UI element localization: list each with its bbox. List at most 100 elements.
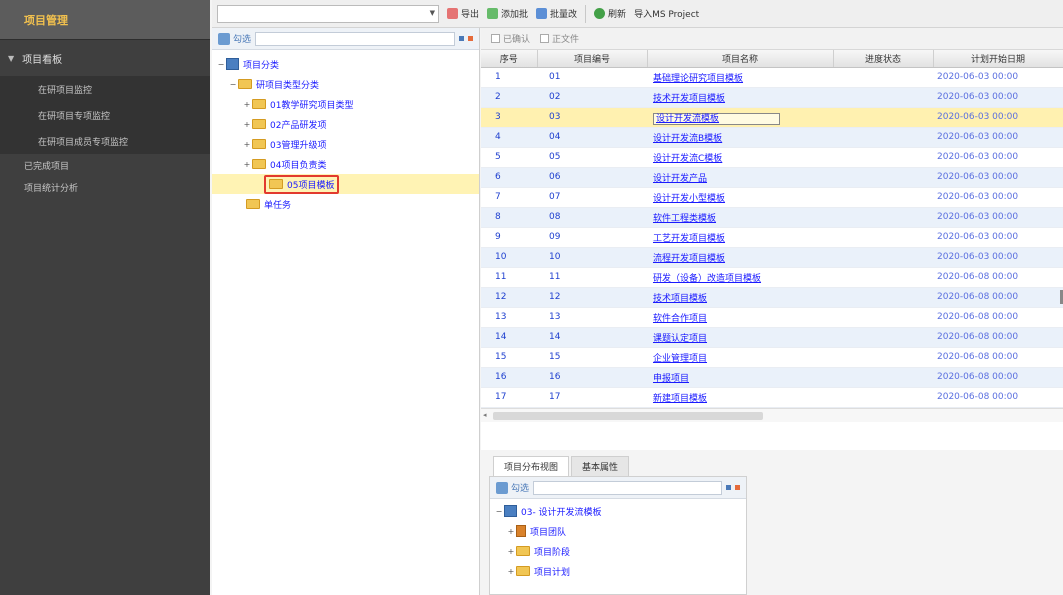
batch-edit-button[interactable]: 批量改 <box>536 4 577 24</box>
sidebar-item-statistics[interactable]: 项目统计分析 <box>0 176 210 198</box>
tree-node-single-task[interactable]: 单任务 <box>212 194 479 214</box>
column-header-name[interactable]: 项目名称 <box>647 50 834 68</box>
checkbox[interactable] <box>491 34 500 43</box>
table-row[interactable]: 15 15 企业管理项目 2020-06-08 00:00 <box>481 347 1063 368</box>
search-icon[interactable] <box>459 36 464 41</box>
sidebar-item-completed[interactable]: 已完成项目 <box>0 154 210 176</box>
table-row[interactable]: 6 06 设计开发产品 2020-06-03 00:00 <box>481 167 1063 188</box>
check-all-icon[interactable] <box>218 32 230 45</box>
tree-node-phase[interactable]: + 项目阶段 <box>490 541 746 561</box>
tree-node-team[interactable]: + 项目团队 <box>490 521 746 541</box>
tree-node-type-category[interactable]: − 研项目类型分类 <box>212 74 479 94</box>
check-all-label[interactable]: 勾选 <box>511 481 529 494</box>
check-all-icon[interactable] <box>496 481 508 494</box>
table-row[interactable]: 5 05 设计开发流C模板 2020-06-03 00:00 <box>481 147 1063 168</box>
clear-icon[interactable] <box>735 485 740 490</box>
tree-node-root[interactable]: − 项目分类 <box>212 54 479 74</box>
filter-combo[interactable]: ▼ <box>217 4 439 23</box>
scroll-left-icon[interactable]: ◂ <box>483 411 487 419</box>
cell-name[interactable]: 软件工程类模板 <box>647 207 833 228</box>
chevron-down-icon[interactable]: ▼ <box>430 9 435 17</box>
cell-name[interactable]: 申报项目 <box>647 367 833 388</box>
sidebar-item-special-monitor[interactable]: 在研项目专项监控 <box>0 102 210 128</box>
cell-name[interactable]: 技术项目模板 <box>647 287 833 308</box>
cell-code: 08 <box>537 207 647 228</box>
confirmed-toggle[interactable]: 已确认 <box>491 32 530 45</box>
table-row[interactable]: 13 13 软件合作项目 2020-06-08 00:00 <box>481 307 1063 328</box>
collapse-icon[interactable]: − <box>494 507 504 516</box>
cell-name[interactable]: 工艺开发项目模板 <box>647 227 833 248</box>
tree-search-input[interactable] <box>255 31 455 46</box>
cell-name[interactable]: 设计开发流B模板 <box>647 127 833 148</box>
cell-name[interactable]: 设计开发产品 <box>647 167 833 188</box>
column-header-no[interactable]: 序号 <box>481 50 538 68</box>
table-row[interactable]: 1 01 基础理论研究项目模板 2020-06-03 00:00 <box>481 67 1063 88</box>
table-row[interactable]: 10 10 流程开发项目模板 2020-06-03 00:00 <box>481 247 1063 268</box>
cell-status <box>833 187 933 208</box>
refresh-button[interactable]: 刷新 <box>594 4 626 24</box>
add-batch-button[interactable]: 添加批 <box>487 4 528 24</box>
table-row[interactable]: 12 12 技术项目模板 2020-06-08 00:00 <box>481 287 1063 308</box>
collapse-icon[interactable]: − <box>216 60 226 69</box>
table-row[interactable]: 4 04 设计开发流B模板 2020-06-03 00:00 <box>481 127 1063 148</box>
tree-node-management[interactable]: + 03管理升级项 <box>212 134 479 154</box>
cell-name[interactable]: 设计开发流模板 <box>647 107 833 128</box>
table-row[interactable]: 14 14 课题认定项目 2020-06-08 00:00 <box>481 327 1063 348</box>
cell-name[interactable]: 设计开发流C模板 <box>647 147 833 168</box>
column-header-status[interactable]: 进度状态 <box>833 50 934 68</box>
expand-icon[interactable]: + <box>242 140 252 149</box>
sidebar-section-project-board[interactable]: ▼ 项目看板 <box>0 40 210 76</box>
checkbox[interactable] <box>540 34 550 43</box>
document-toggle[interactable]: 正文件 <box>540 32 579 45</box>
collapse-icon[interactable]: − <box>228 80 238 89</box>
horizontal-scrollbar[interactable]: ◂ <box>481 407 1063 422</box>
cell-name[interactable]: 软件合作项目 <box>647 307 833 328</box>
table-row[interactable]: 16 16 申报项目 2020-06-08 00:00 <box>481 367 1063 388</box>
expand-icon[interactable]: + <box>242 160 252 169</box>
tab-distribution-view[interactable]: 项目分布视图 <box>493 456 570 476</box>
sidebar-item-member-monitor[interactable]: 在研项目成员专项监控 <box>0 128 210 154</box>
table-row[interactable]: 8 08 软件工程类模板 2020-06-03 00:00 <box>481 207 1063 228</box>
expand-icon[interactable]: + <box>506 567 516 576</box>
table-row[interactable]: 3 03 设计开发流模板 2020-06-03 00:00 <box>481 107 1063 128</box>
tree-node-plan[interactable]: + 项目计划 <box>490 561 746 581</box>
expand-icon[interactable]: + <box>242 100 252 109</box>
tree-node-project[interactable]: − 03- 设计开发流模板 <box>490 501 746 521</box>
import-ms-project-button[interactable]: 导入MS Project <box>634 4 699 24</box>
search-icon[interactable] <box>726 485 731 490</box>
check-all-label[interactable]: 勾选 <box>233 32 251 45</box>
table-row[interactable]: 9 09 工艺开发项目模板 2020-06-03 00:00 <box>481 227 1063 248</box>
cell-no-text: 9 <box>495 232 501 242</box>
scrollbar-thumb[interactable] <box>493 411 763 420</box>
cell-name[interactable]: 新建项目模板 <box>647 387 833 408</box>
column-header-code[interactable]: 项目编号 <box>537 50 648 68</box>
tree-node-responsibility[interactable]: + 04项目负责类 <box>212 154 479 174</box>
expand-icon[interactable]: + <box>506 527 516 536</box>
cell-name[interactable]: 课题认定项目 <box>647 327 833 348</box>
column-header-start-date[interactable]: 计划开始日期 <box>933 50 1063 68</box>
tree-node-teaching[interactable]: + 01教学研究项目类型 <box>212 94 479 114</box>
cell-name[interactable]: 基础理论研究项目模板 <box>647 67 833 88</box>
table-row[interactable]: 7 07 设计开发小型模板 2020-06-03 00:00 <box>481 187 1063 208</box>
cell-name[interactable]: 流程开发项目模板 <box>647 247 833 268</box>
table-row[interactable]: 17 17 新建项目模板 2020-06-08 00:00 <box>481 387 1063 408</box>
sidebar-header[interactable]: 项目管理 <box>0 0 210 40</box>
cell-name[interactable]: 技术开发项目模板 <box>647 87 833 108</box>
table-row[interactable]: 11 11 研发（设备）改造项目模板 2020-06-08 00:00 <box>481 267 1063 288</box>
selected-highlight[interactable]: 05项目模板 <box>264 174 340 194</box>
cell-start-date-text: 2020-06-08 00:00 <box>937 352 1019 362</box>
cell-name[interactable]: 研发（设备）改造项目模板 <box>647 267 833 288</box>
tree-node-templates[interactable]: 05项目模板 <box>212 174 479 194</box>
sidebar-item-monitor[interactable]: 在研项目监控 <box>0 76 210 102</box>
table-row[interactable]: 2 02 技术开发项目模板 2020-06-03 00:00 <box>481 87 1063 108</box>
cell-name[interactable]: 设计开发小型模板 <box>647 187 833 208</box>
cell-name[interactable]: 企业管理项目 <box>647 347 833 368</box>
tab-basic-properties[interactable]: 基本属性 <box>571 456 630 476</box>
detail-search-input[interactable] <box>533 480 722 495</box>
clear-icon[interactable] <box>468 36 473 41</box>
cell-no: 17 <box>481 387 537 408</box>
expand-icon[interactable]: + <box>242 120 252 129</box>
tree-node-product[interactable]: + 02产品研发项 <box>212 114 479 134</box>
expand-icon[interactable]: + <box>506 547 516 556</box>
export-button[interactable]: 导出 <box>447 4 479 24</box>
